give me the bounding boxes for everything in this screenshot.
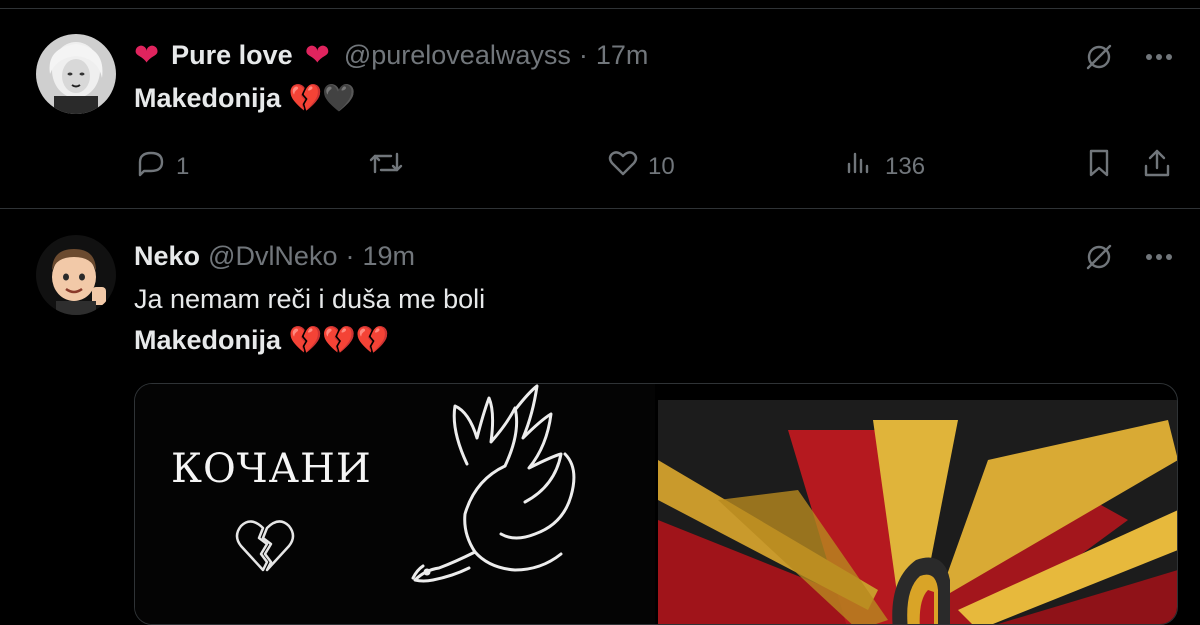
timestamp[interactable]: 17m xyxy=(596,40,649,71)
share-button[interactable] xyxy=(1140,146,1174,187)
reply-count: 1 xyxy=(176,152,190,180)
tweet-header: Neko @DvlNeko · 19m xyxy=(134,239,415,273)
like-button[interactable]: 10 xyxy=(606,146,675,187)
media-image-flag[interactable] xyxy=(658,400,1177,624)
tweet-text-bold: Makedonija xyxy=(134,83,282,113)
more-dots-icon[interactable] xyxy=(1144,240,1174,279)
tweet-purelove[interactable]: ❤ Pure love ❤ @purelovealwayss · 17m Mak… xyxy=(0,0,1200,208)
media-image-kochani[interactable]: КОЧАНИ xyxy=(135,384,655,624)
views-bar-icon xyxy=(843,146,877,187)
tweet-media[interactable]: КОЧАНИ xyxy=(134,383,1178,625)
view-count: 136 xyxy=(885,152,926,180)
retweet-icon xyxy=(367,146,405,187)
reply-bubble-icon xyxy=(134,146,168,187)
dove-icon xyxy=(365,384,605,624)
tweet-text-line1: Ja nemam reči i duša me boli xyxy=(134,284,486,314)
bookmark-button[interactable] xyxy=(1082,146,1116,187)
heart-emoji-left: ❤ xyxy=(134,38,160,72)
broken-heart-icon xyxy=(233,514,297,579)
reply-button[interactable]: 1 xyxy=(134,146,189,187)
more-dots-icon[interactable] xyxy=(1144,40,1174,79)
tweet-text: Makedonija 💔🖤 xyxy=(134,82,356,114)
bookmark-icon xyxy=(1082,146,1116,187)
retweet-button[interactable] xyxy=(367,146,413,187)
share-icon xyxy=(1140,146,1174,187)
separator-dot: · xyxy=(578,39,588,70)
heart-emoji-right: ❤ xyxy=(304,38,330,72)
tweet-header: ❤ Pure love ❤ @purelovealwayss · 17m xyxy=(134,38,648,72)
avatar-neko[interactable] xyxy=(36,235,116,315)
tweet-actions: 1 10 136 xyxy=(134,146,1174,186)
like-count: 10 xyxy=(648,152,675,180)
tweet-text-emojis: 💔💔💔 xyxy=(288,325,390,355)
slash-circle-icon[interactable] xyxy=(1082,240,1116,279)
media-caption: КОЧАНИ xyxy=(171,446,372,492)
handle[interactable]: @purelovealwayss xyxy=(344,40,571,71)
display-name[interactable]: Neko xyxy=(134,241,200,272)
slash-circle-icon[interactable] xyxy=(1082,40,1116,79)
tweet-top-actions xyxy=(1082,40,1174,79)
heart-icon xyxy=(606,146,640,187)
display-name[interactable]: Pure love xyxy=(171,40,293,71)
handle[interactable]: @DvlNeko xyxy=(208,241,337,272)
avatar-purelove[interactable] xyxy=(36,34,116,114)
tweet-text-emojis: 💔🖤 xyxy=(288,83,356,113)
timestamp[interactable]: 19m xyxy=(362,241,415,272)
separator-dot: · xyxy=(345,240,355,271)
views-button[interactable]: 136 xyxy=(843,146,925,187)
tweet-top-actions xyxy=(1082,240,1174,279)
tweet-text-line2: Makedonija 💔💔💔 xyxy=(134,324,389,356)
tweet-text-bold: Makedonija xyxy=(134,325,282,355)
